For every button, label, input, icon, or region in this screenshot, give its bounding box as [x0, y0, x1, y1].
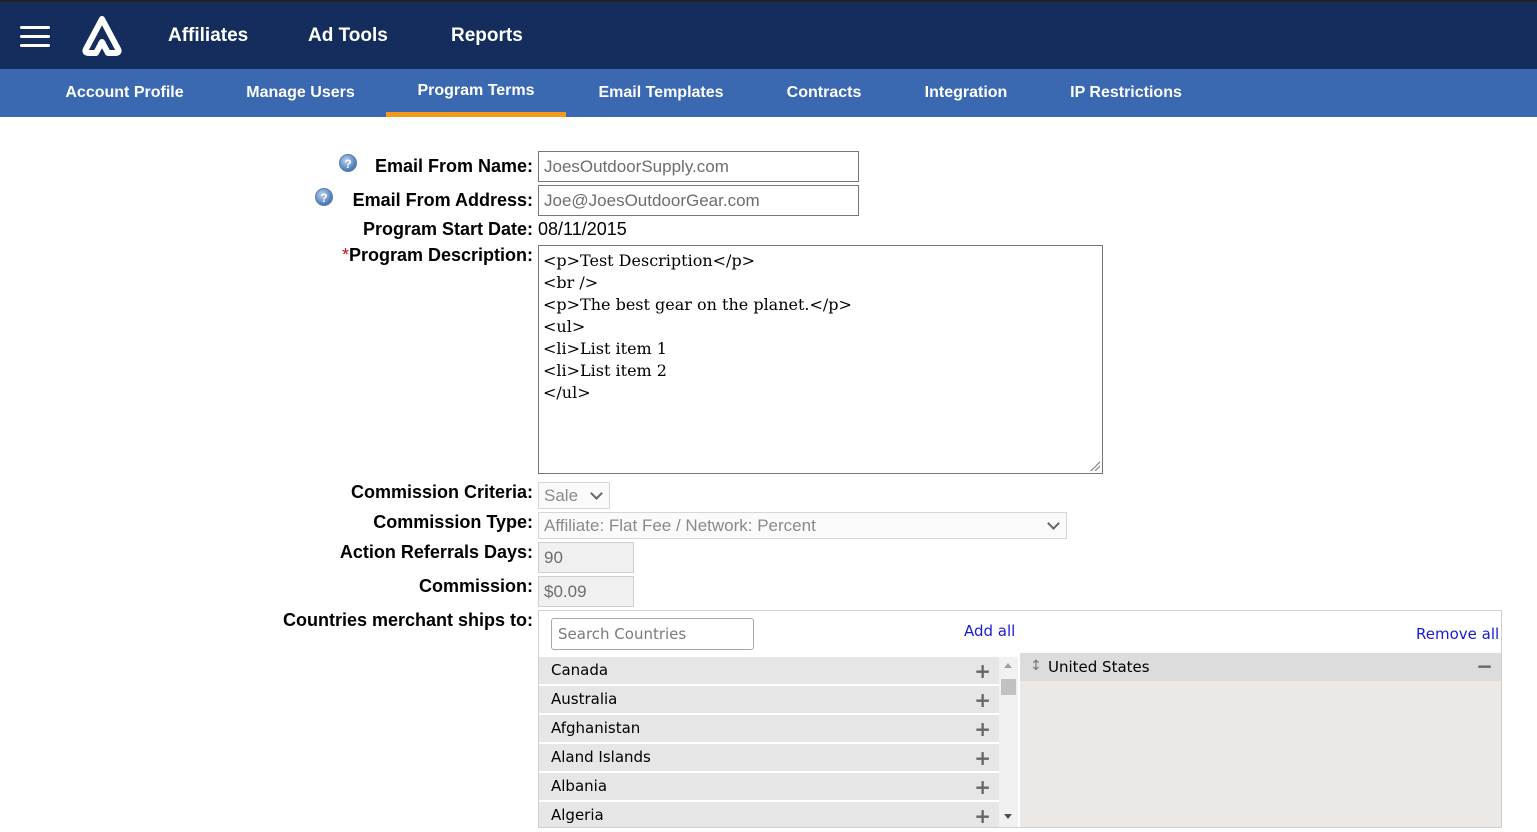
tab-contracts[interactable]: Contracts — [778, 69, 870, 117]
commission-type-select[interactable]: Affiliate: Flat Fee / Network: Percent — [538, 512, 1067, 539]
program-description-label: *Program Description: — [342, 245, 533, 266]
commission-type-label: Commission Type: — [373, 512, 533, 532]
add-all-link[interactable]: Add all — [964, 622, 1015, 640]
country-name: Aland Islands — [551, 748, 651, 766]
scroll-down-arrow-icon[interactable] — [1004, 814, 1012, 819]
country-name: Albania — [551, 777, 608, 795]
tab-integration[interactable]: Integration — [916, 69, 1016, 117]
countries-label: Countries merchant ships to: — [282, 610, 533, 630]
hamburger-menu-icon[interactable] — [20, 26, 52, 48]
email-from-address-input[interactable]: Joe@JoesOutdoorGear.com — [538, 185, 859, 216]
program-start-date-value: 08/11/2015 — [538, 219, 627, 239]
commission-criteria-value: Sale — [544, 486, 579, 505]
plus-icon[interactable]: + — [974, 773, 991, 802]
tab-ip-restrictions[interactable]: IP Restrictions — [1062, 69, 1190, 117]
sub-navigation-bar: Account Profile Manage Users Program Ter… — [0, 69, 1537, 117]
search-countries-input[interactable]: Search Countries — [551, 618, 754, 650]
drag-handle-icon[interactable]: ↕ — [1030, 653, 1042, 679]
tab-account-profile[interactable]: Account Profile — [58, 69, 191, 117]
country-name: Canada — [551, 661, 609, 679]
country-name: Afghanistan — [551, 719, 641, 737]
nav-affiliates[interactable]: Affiliates — [168, 2, 248, 69]
program-description-text: <p>Test Description</p> <br /> <p>The be… — [543, 251, 852, 402]
top-navigation-bar: Affiliates Ad Tools Reports — [0, 0, 1537, 69]
commission-type-value: Affiliate: Flat Fee / Network: Percent — [544, 516, 816, 535]
scroll-up-arrow-icon[interactable] — [1004, 663, 1012, 668]
minus-icon[interactable]: − — [1476, 653, 1493, 679]
chevron-down-icon — [590, 487, 603, 500]
list-item[interactable]: Algeria + — [539, 802, 999, 827]
plus-icon[interactable]: + — [974, 744, 991, 773]
list-item[interactable]: Australia + — [539, 686, 999, 713]
program-description-label-text: Program Description: — [348, 245, 533, 265]
commission-criteria-label: Commission Criteria: — [350, 482, 533, 502]
scrollbar[interactable] — [999, 657, 1018, 827]
email-from-name-label: Email From Name: — [374, 156, 533, 176]
plus-icon[interactable]: + — [974, 802, 991, 827]
plus-icon[interactable]: + — [974, 715, 991, 744]
commission-criteria-select[interactable]: Sale — [538, 482, 610, 509]
commission-label: Commission: — [418, 576, 533, 596]
nav-reports[interactable]: Reports — [451, 2, 523, 69]
help-icon[interactable]: ? — [339, 154, 357, 172]
commission-input[interactable]: $0.09 — [538, 576, 634, 607]
list-item[interactable]: Afghanistan + — [539, 715, 999, 742]
country-name: United States — [1048, 658, 1150, 676]
resize-handle-icon[interactable] — [1090, 461, 1100, 471]
list-item[interactable]: Aland Islands + — [539, 744, 999, 771]
selected-countries-list: ↕ United States − — [1020, 653, 1501, 827]
list-item[interactable]: ↕ United States − — [1020, 653, 1501, 681]
email-from-address-label: Email From Address: — [352, 190, 533, 210]
scrollbar-thumb[interactable] — [1001, 679, 1016, 695]
plus-icon[interactable]: + — [974, 686, 991, 715]
brand-logo-icon[interactable] — [80, 16, 124, 56]
tab-email-templates[interactable]: Email Templates — [590, 69, 732, 117]
list-item[interactable]: Canada + — [539, 657, 999, 684]
action-referrals-days-label: Action Referrals Days: — [339, 542, 533, 562]
action-referrals-days-input[interactable]: 90 — [538, 542, 634, 573]
remove-all-link[interactable]: Remove all — [1416, 625, 1499, 643]
nav-ad-tools[interactable]: Ad Tools — [308, 2, 388, 69]
list-item[interactable]: Albania + — [539, 773, 999, 800]
tab-manage-users[interactable]: Manage Users — [237, 69, 364, 117]
tab-program-terms[interactable]: Program Terms — [386, 69, 566, 117]
available-countries-list: Canada + Australia + Afghanistan + Aland Is… — [539, 657, 999, 827]
country-name: Algeria — [551, 806, 604, 824]
email-from-name-input[interactable]: JoesOutdoorSupply.com — [538, 151, 859, 182]
help-icon[interactable]: ? — [315, 188, 333, 206]
program-description-textarea[interactable]: <p>Test Description</p> <br /> <p>The be… — [538, 245, 1103, 474]
plus-icon[interactable]: + — [974, 657, 991, 686]
required-marker: * — [341, 245, 349, 265]
chevron-down-icon — [1047, 517, 1060, 530]
program-start-date-label: Program Start Date: — [362, 219, 533, 239]
country-name: Australia — [551, 690, 618, 708]
countries-multiselect: Search Countries Add all Remove all Cana… — [538, 610, 1502, 828]
